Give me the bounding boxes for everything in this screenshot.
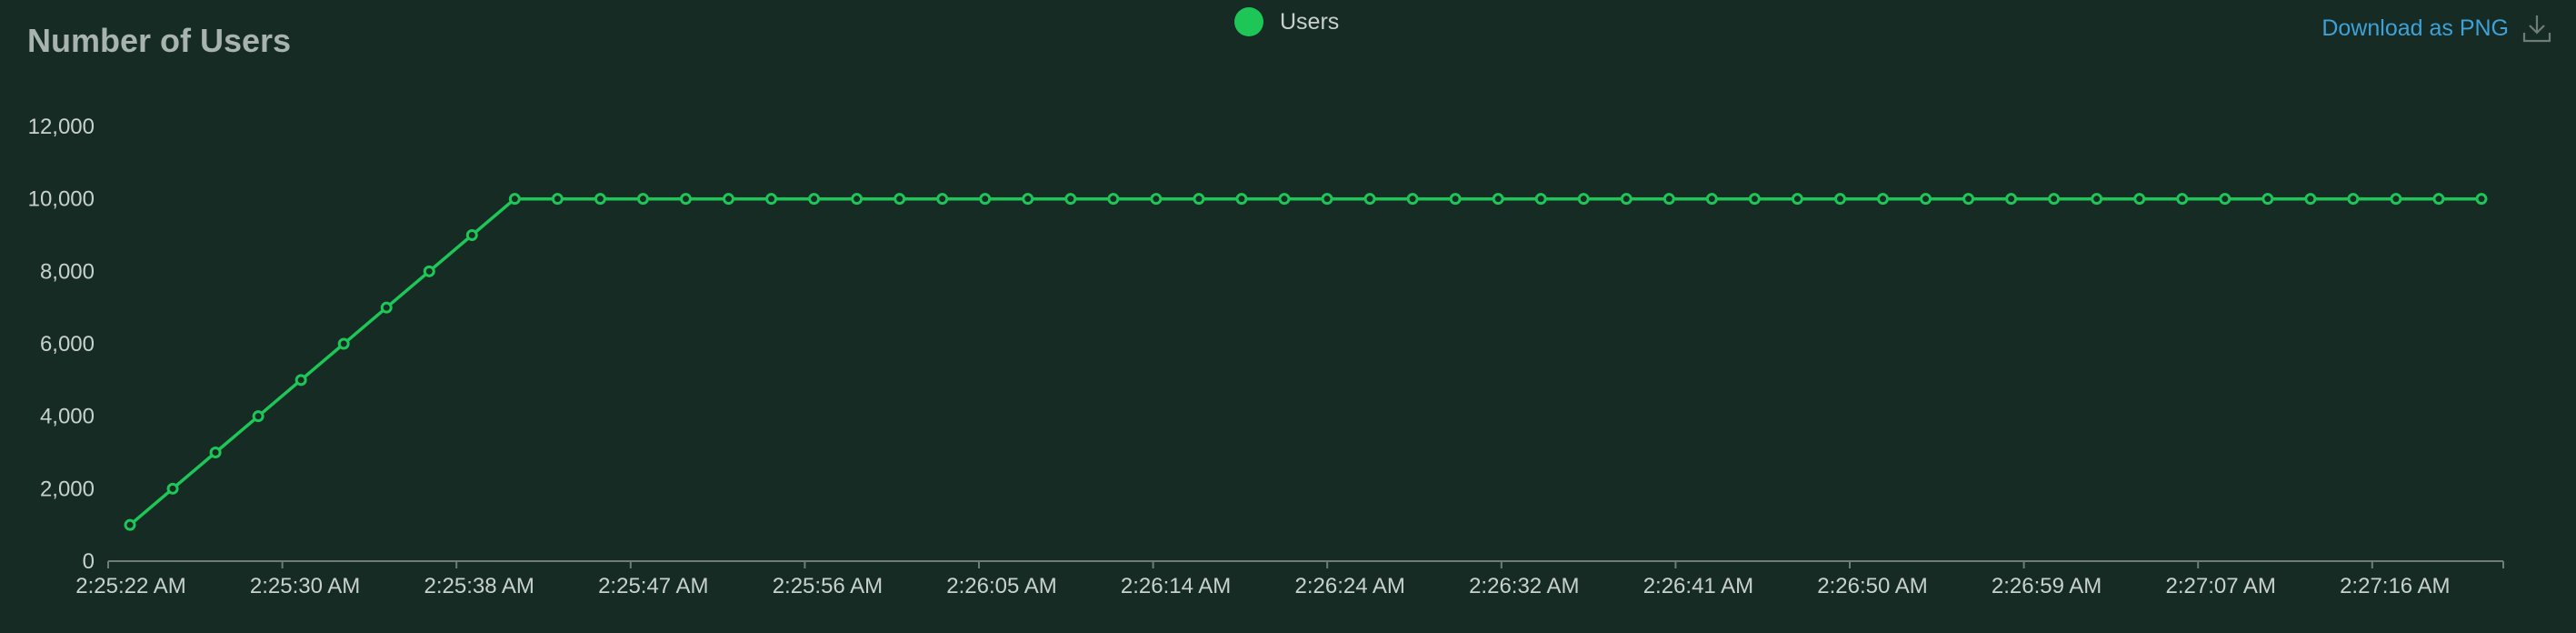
x-axis: 2:25:22 AM 2:25:30 AM 2:25:38 AM 2:25:47 AM… bbox=[75, 560, 2504, 598]
data-point[interactable] bbox=[1150, 193, 1163, 206]
data-point[interactable] bbox=[936, 193, 949, 206]
data-point[interactable] bbox=[1235, 193, 1248, 206]
data-point[interactable] bbox=[1962, 193, 1975, 206]
data-point[interactable] bbox=[166, 482, 179, 495]
x-tick-label: 2:27:07 AM bbox=[2165, 574, 2275, 598]
data-point[interactable] bbox=[2133, 193, 2146, 206]
data-point[interactable] bbox=[2219, 193, 2232, 206]
data-point[interactable] bbox=[2176, 193, 2189, 206]
x-tick-label: 2:26:14 AM bbox=[1121, 574, 1231, 598]
y-axis: 0 2,000 4,000 6,000 8,000 10,000 12,000 bbox=[28, 115, 95, 574]
data-point[interactable] bbox=[1791, 193, 1803, 206]
x-tick-label: 2:26:50 AM bbox=[1817, 574, 1927, 598]
data-point[interactable] bbox=[723, 193, 735, 206]
x-tick-label: 2:25:38 AM bbox=[424, 574, 534, 598]
data-point[interactable] bbox=[1321, 193, 1333, 206]
data-point[interactable] bbox=[1620, 193, 1632, 206]
x-tick-label: 2:26:24 AM bbox=[1294, 574, 1404, 598]
x-tick-label: 2:26:41 AM bbox=[1643, 574, 1753, 598]
data-point[interactable] bbox=[465, 229, 478, 241]
data-point[interactable] bbox=[551, 193, 564, 206]
data-point[interactable] bbox=[1577, 193, 1590, 206]
x-tick-label: 2:25:30 AM bbox=[250, 574, 360, 598]
data-point[interactable] bbox=[2091, 193, 2103, 206]
x-tick-label: 2:26:32 AM bbox=[1469, 574, 1579, 598]
data-point[interactable] bbox=[1705, 193, 1718, 206]
x-tick-label: 2:25:22 AM bbox=[75, 574, 185, 598]
data-point[interactable] bbox=[1492, 193, 1504, 206]
data-point[interactable] bbox=[1748, 193, 1761, 206]
data-point[interactable] bbox=[1833, 193, 1846, 206]
data-point[interactable] bbox=[2261, 193, 2274, 206]
data-point[interactable] bbox=[1278, 193, 1291, 206]
data-point[interactable] bbox=[1449, 193, 1462, 206]
data-point[interactable] bbox=[894, 193, 906, 206]
data-point[interactable] bbox=[295, 374, 307, 387]
data-point[interactable] bbox=[2475, 193, 2488, 206]
y-tick-label: 8,000 bbox=[40, 259, 95, 284]
data-point[interactable] bbox=[209, 447, 222, 458]
data-point[interactable] bbox=[1107, 193, 1120, 206]
y-tick-label: 6,000 bbox=[40, 332, 95, 357]
data-point[interactable] bbox=[1534, 193, 1547, 206]
series-users bbox=[124, 193, 2488, 531]
data-point[interactable] bbox=[808, 193, 821, 206]
x-tick-label: 2:25:56 AM bbox=[773, 574, 883, 598]
data-point[interactable] bbox=[1363, 193, 1376, 206]
data-point[interactable] bbox=[979, 193, 992, 206]
data-point[interactable] bbox=[636, 193, 649, 206]
data-point[interactable] bbox=[2347, 193, 2360, 206]
data-point[interactable] bbox=[851, 193, 864, 206]
x-tick-label: 2:26:05 AM bbox=[946, 574, 1056, 598]
x-tick-label: 2:27:16 AM bbox=[2340, 574, 2450, 598]
data-point[interactable] bbox=[1876, 193, 1889, 206]
y-tick-label: 2,000 bbox=[40, 477, 95, 501]
data-point[interactable] bbox=[380, 301, 393, 314]
data-point[interactable] bbox=[1022, 193, 1034, 206]
data-point[interactable] bbox=[2005, 193, 2018, 206]
data-point[interactable] bbox=[1406, 193, 1419, 206]
data-point[interactable] bbox=[1193, 193, 1205, 206]
y-tick-label: 12,000 bbox=[28, 115, 95, 139]
data-point[interactable] bbox=[2432, 193, 2445, 206]
x-tick-label: 2:26:59 AM bbox=[1992, 574, 2102, 598]
data-point[interactable] bbox=[2048, 193, 2061, 206]
data-point[interactable] bbox=[124, 518, 136, 531]
data-point[interactable] bbox=[765, 193, 778, 206]
data-point[interactable] bbox=[2390, 193, 2402, 206]
line-chart: 0 2,000 4,000 6,000 8,000 10,000 12,000 2:25:2… bbox=[28, 115, 2504, 598]
data-point[interactable] bbox=[679, 193, 692, 206]
y-tick-label: 10,000 bbox=[28, 187, 95, 212]
data-point[interactable] bbox=[1064, 193, 1077, 206]
data-point[interactable] bbox=[594, 193, 606, 206]
data-point[interactable] bbox=[252, 410, 265, 423]
data-point[interactable] bbox=[1662, 193, 1675, 206]
data-point[interactable] bbox=[423, 265, 435, 277]
data-point[interactable] bbox=[337, 337, 350, 350]
x-tick-label: 2:25:47 AM bbox=[598, 574, 708, 598]
data-point[interactable] bbox=[2304, 193, 2317, 206]
y-tick-label: 0 bbox=[83, 549, 95, 574]
y-tick-label: 4,000 bbox=[40, 405, 95, 429]
data-point[interactable] bbox=[1920, 193, 1932, 206]
series-line-users bbox=[128, 196, 2481, 527]
data-point[interactable] bbox=[508, 193, 521, 206]
